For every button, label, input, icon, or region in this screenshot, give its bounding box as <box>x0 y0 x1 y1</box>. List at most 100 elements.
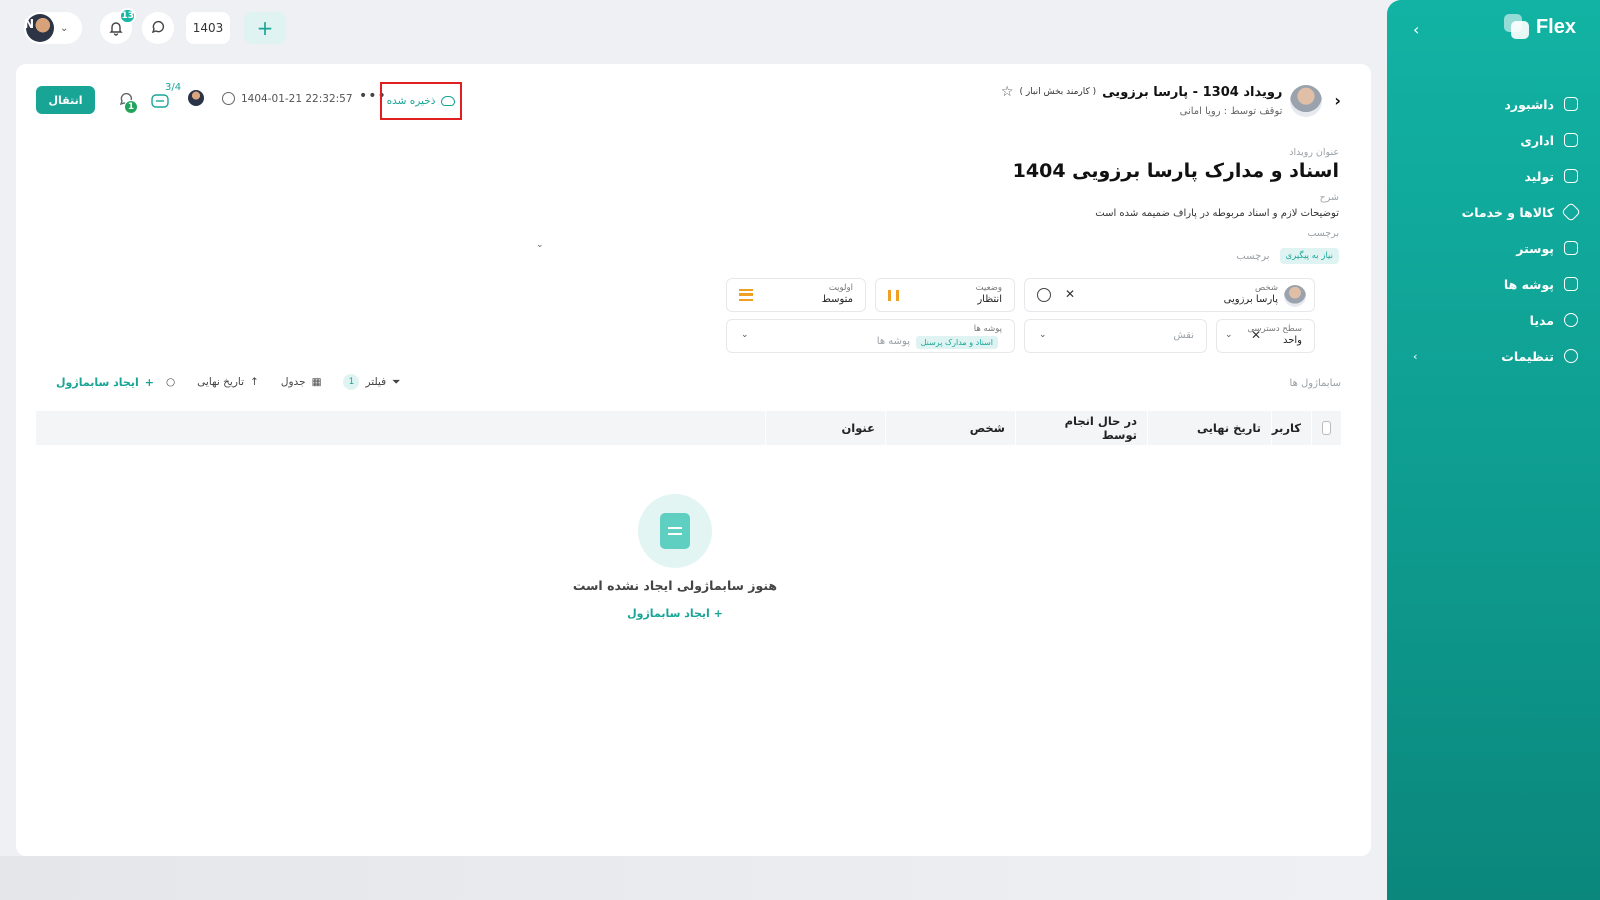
checklist-button[interactable] <box>150 92 170 110</box>
access-value: واحد <box>1282 335 1302 346</box>
empty-state: هنوز سابماژولی ایجاد نشده است ایجاد سابم… <box>560 494 790 620</box>
sidebar: ‹ Flex داشبورد اداری تولید کالاها و خدما… <box>1387 0 1600 900</box>
event-card: انتقال 1 3/4 1404-01-21 22:32:57 ••• ذخی… <box>16 64 1371 856</box>
subtasks-label: سابماژول ها <box>1289 378 1341 389</box>
sort-button[interactable]: ↑ تاریخ نهایی <box>197 376 259 388</box>
empty-create-subtask-button[interactable]: ایجاد سابماژول + <box>560 607 790 620</box>
comments-button[interactable]: 1 <box>116 90 138 114</box>
clear-icon[interactable]: ✕ <box>1251 328 1261 342</box>
sidebar-item-office[interactable]: اداری <box>1387 122 1600 158</box>
cube-icon <box>1561 202 1581 222</box>
logo-mark-icon <box>1503 14 1530 40</box>
briefcase-icon <box>1564 133 1578 147</box>
sidebar-item-settings[interactable]: تنظیمات ‹ <box>1387 338 1600 374</box>
saved-status[interactable]: ذخیره شده <box>380 82 462 120</box>
plus-icon: + <box>713 607 723 620</box>
column-header-deadline[interactable]: تاریخ نهایی <box>1147 411 1271 445</box>
assignee-avatar[interactable] <box>188 90 204 106</box>
empty-create-label: ایجاد سابماژول <box>627 607 710 620</box>
column-header-user[interactable]: کاربر <box>1271 411 1311 445</box>
view-label: جدول <box>280 376 306 388</box>
back-arrow-icon[interactable]: › <box>1334 91 1341 110</box>
role-placeholder: نقش <box>1173 330 1194 341</box>
access-level-field[interactable]: سطح دسترسی واحد ✕ ⌄ <box>1216 319 1315 353</box>
notifications-button[interactable]: 13 <box>100 8 136 44</box>
person-field[interactable]: شخص پارسا برزویی ✕ <box>1024 278 1315 312</box>
priority-field[interactable]: اولویت متوسط <box>726 278 866 312</box>
checklist-icon <box>151 94 169 108</box>
folders-label: پوشه ها <box>973 324 1002 334</box>
folders-placeholder: پوشه ها <box>876 336 910 347</box>
gear-icon <box>1564 349 1578 363</box>
sidebar-item-label: مدیا <box>1529 312 1554 328</box>
chat-icon <box>151 20 165 34</box>
avatar <box>1290 84 1323 117</box>
clock-icon <box>222 92 235 105</box>
star-icon[interactable]: ☆ <box>1001 84 1014 100</box>
priority-medium-icon <box>739 289 753 301</box>
folders-field[interactable]: پوشه ها اسناد و مدارک پرسنل پوشه ها ⌄ <box>726 319 1015 353</box>
search-button[interactable]: ○ <box>166 376 175 388</box>
subtasks-toolbar: ⏷ فیلتر 1 ▦ جدول ↑ تاریخ نهایی ○ <box>166 374 401 390</box>
sidebar-item-media[interactable]: مدیا <box>1387 302 1600 338</box>
person-value: پارسا برزویی <box>1223 294 1278 305</box>
event-datetime: 1404-01-21 22:32:57 <box>222 92 353 105</box>
sidebar-item-label: تولید <box>1524 168 1554 184</box>
page-title: رویداد 1304 - پارسا برزویی <box>1102 84 1283 100</box>
sidebar-item-dashboard[interactable]: داشبورد <box>1387 86 1600 122</box>
chat-button[interactable] <box>142 12 174 44</box>
event-header: › رویداد 1304 - پارسا برزویی ( کارمند بخ… <box>1001 84 1341 117</box>
chevron-down-icon: ⌄ <box>1039 330 1047 340</box>
select-all-checkbox[interactable] <box>1311 411 1341 445</box>
column-header-person[interactable]: شخص <box>885 411 1015 445</box>
saved-label: ذخیره شده <box>386 95 436 107</box>
filter-button[interactable]: ⏷ فیلتر 1 <box>343 374 401 390</box>
folder-icon <box>1564 277 1578 291</box>
home-icon <box>1564 97 1578 111</box>
chevron-down-icon: ⌄ <box>741 330 749 340</box>
checklist-progress: 3/4 <box>165 82 182 93</box>
sort-label: تاریخ نهایی <box>197 376 245 388</box>
transfer-button[interactable]: انتقال <box>36 86 95 114</box>
logo: Flex <box>1503 14 1576 40</box>
sidebar-item-goods[interactable]: کالاها و خدمات <box>1387 194 1600 230</box>
description-text[interactable]: توضیحات لازم و اسناد مربوطه در پاراف ضمی… <box>1095 208 1339 219</box>
create-subtask-button[interactable]: + ایجاد سابماژول <box>56 376 154 389</box>
event-title[interactable]: اسناد و مدارک پارسا برزویی 1404 <box>1013 160 1339 182</box>
tag-input[interactable]: برچسب <box>1236 251 1269 262</box>
user-menu[interactable]: N ⌄ <box>24 12 82 44</box>
notifications-badge: 13 <box>119 8 136 24</box>
create-subtask-label: ایجاد سابماژول <box>56 376 139 389</box>
role-select[interactable]: نقش ⌄ <box>1024 319 1207 353</box>
chevron-down-icon: ⌄ <box>1225 330 1233 340</box>
arrow-up-icon: ↑ <box>250 376 259 388</box>
add-button[interactable]: + <box>244 12 286 44</box>
search-icon[interactable] <box>1037 288 1051 302</box>
chevron-down-icon[interactable]: ⌄ <box>536 240 544 250</box>
document-icon <box>638 494 712 568</box>
avatar: N <box>24 14 54 42</box>
empty-state-text: هنوز سابماژولی ایجاد نشده است <box>572 578 778 593</box>
search-icon: ○ <box>166 376 176 388</box>
sidebar-item-label: تنظیمات <box>1501 348 1554 364</box>
year-selector[interactable]: 1403 <box>186 12 230 44</box>
subtasks-table-header: کاربر تاریخ نهایی در حال انجام توسط شخص … <box>36 411 1341 445</box>
column-header-title[interactable]: عنوان <box>765 411 885 445</box>
sidebar-item-poster[interactable]: پوستر <box>1387 230 1600 266</box>
table-view-button[interactable]: ▦ جدول <box>281 376 322 388</box>
folder-pill[interactable]: اسناد و مدارک پرسنل <box>915 336 998 349</box>
sidebar-collapse-chevron-icon[interactable]: ‹ <box>1413 20 1419 39</box>
column-header-in-progress-by[interactable]: در حال انجام توسط <box>1015 411 1147 445</box>
datetime-text: 1404-01-21 22:32:57 <box>241 92 353 105</box>
sidebar-nav: داشبورد اداری تولید کالاها و خدمات پوستر… <box>1387 86 1600 374</box>
sidebar-item-folders[interactable]: پوشه ها <box>1387 266 1600 302</box>
plus-icon: + <box>144 376 154 389</box>
clear-icon[interactable]: ✕ <box>1065 287 1075 301</box>
tag-pill[interactable]: نیاز به پیگیری <box>1279 248 1339 264</box>
description-label: شرح <box>1319 192 1339 203</box>
tags: نیاز به پیگیری برچسب <box>1236 248 1339 264</box>
person-label: شخص <box>1254 283 1278 293</box>
status-field[interactable]: وضعیت انتظار <box>875 278 1015 312</box>
sidebar-item-production[interactable]: تولید <box>1387 158 1600 194</box>
avatar <box>1284 285 1306 307</box>
